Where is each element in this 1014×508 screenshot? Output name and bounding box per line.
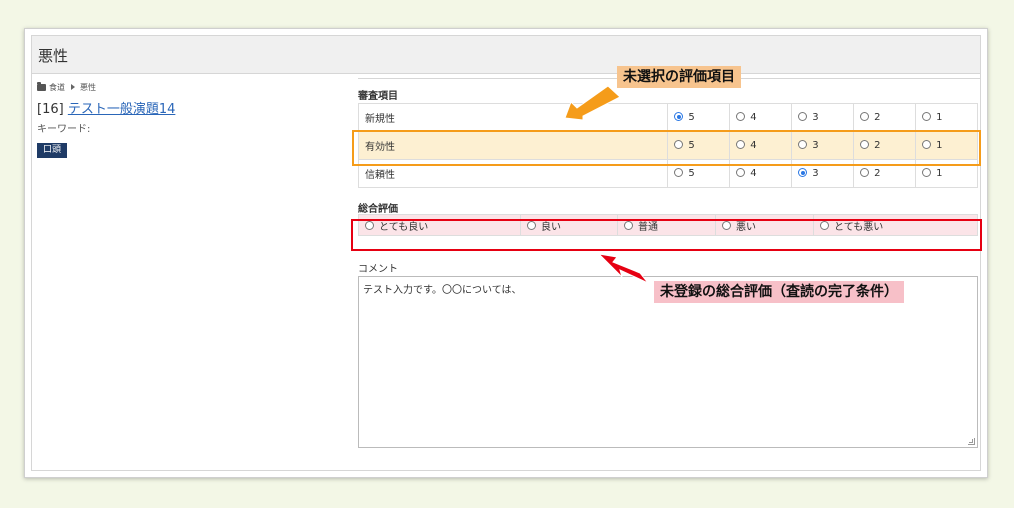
unregistered-overall-callout: 未登録の総合評価（査読の完了条件）	[654, 281, 904, 303]
annotation-arrows	[564, 85, 649, 284]
arrow-icon-red	[597, 253, 649, 284]
arrow-icon-orange	[564, 85, 621, 121]
unselected-item-callout: 未選択の評価項目	[617, 66, 741, 88]
